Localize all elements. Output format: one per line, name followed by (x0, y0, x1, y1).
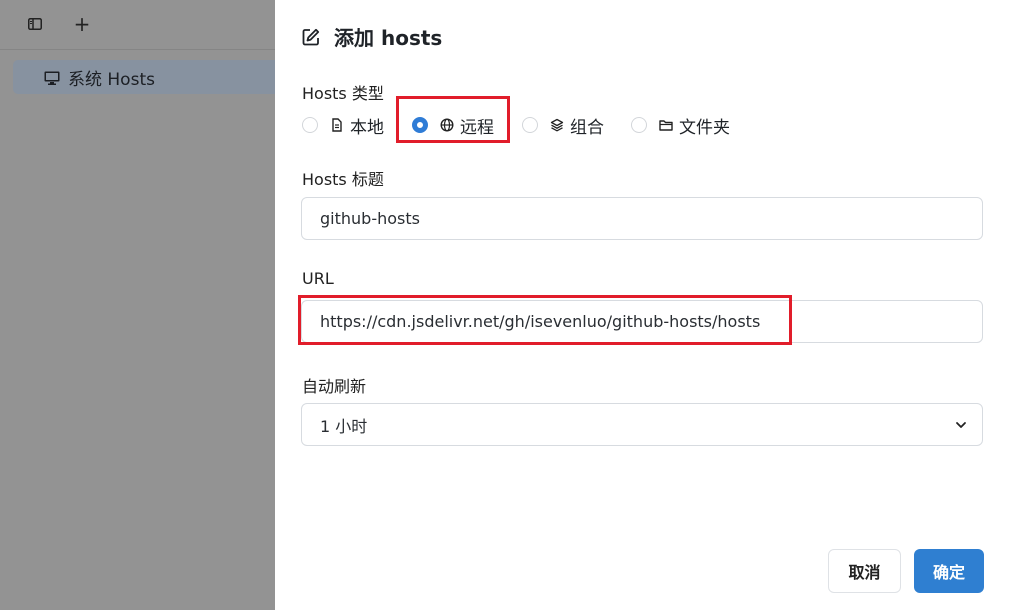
hosts-title-input[interactable]: github-hosts (301, 197, 983, 240)
edit-icon (302, 28, 320, 45)
chevron-down-icon (956, 422, 966, 428)
cancel-button[interactable]: 取消 (828, 549, 901, 593)
highlight-box-url (298, 295, 792, 345)
file-icon (332, 118, 342, 132)
type-label-folder: 文件夹 (679, 117, 730, 138)
type-label-local: 本地 (350, 117, 384, 138)
sidebar-item-system-hosts[interactable]: 系统 Hosts (13, 60, 275, 94)
dialog-title-text: 添加 hosts (334, 26, 443, 50)
folder-icon (659, 120, 673, 131)
auto-refresh-select[interactable]: 1 小时 (301, 403, 983, 446)
dialog-title: 添加 hosts (302, 22, 442, 51)
sidebar: + 系统 Hosts (0, 0, 275, 610)
sidebar-toolbar: + (0, 0, 275, 50)
layers-icon (550, 118, 564, 132)
radio-circle[interactable] (631, 117, 647, 133)
auto-refresh-value: 1 小时 (320, 416, 368, 436)
type-label-group: 组合 (570, 117, 604, 138)
highlight-box-remote (396, 96, 510, 143)
add-hosts-button[interactable]: + (71, 13, 93, 35)
hosts-type-label: Hosts 类型 (302, 84, 384, 103)
confirm-button[interactable]: 确定 (914, 549, 984, 593)
radio-circle[interactable] (522, 117, 538, 133)
sidebar-panel-icon[interactable] (24, 13, 46, 35)
type-radio-group[interactable]: 组合 (522, 112, 604, 138)
sidebar-item-label: 系统 Hosts (68, 69, 155, 90)
monitor-icon (44, 71, 60, 85)
url-label: URL (302, 269, 334, 288)
auto-refresh-label: 自动刷新 (302, 377, 367, 396)
hosts-title-label: Hosts 标题 (302, 170, 384, 189)
type-radio-local[interactable]: 本地 (302, 112, 384, 138)
type-radio-folder[interactable]: 文件夹 (631, 112, 730, 138)
radio-circle[interactable] (302, 117, 318, 133)
